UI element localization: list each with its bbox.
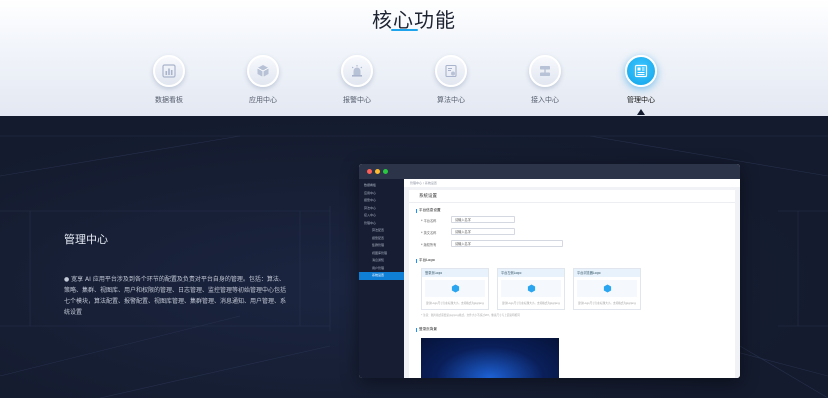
copyright-input[interactable]: 请输入名字 xyxy=(451,240,563,247)
field-label: * 英文名称 xyxy=(421,231,437,235)
card-tip: 建议Logo尺寸为主标题大小，支持格式为jpg/png xyxy=(426,302,484,305)
access-icon xyxy=(529,55,561,87)
logo-icon xyxy=(501,280,561,297)
sidebar-item[interactable]: 集群管理 xyxy=(359,242,404,250)
header-band: 核心功能 数据看板 应用中心 报警中心 算法中心 接入中心 管理中心 xyxy=(0,0,828,116)
tab-label: 报警中心 xyxy=(343,96,371,104)
tab-access-center[interactable]: 接入中心 xyxy=(509,55,581,105)
app-preview-window: 数据看板 应用中心 报警中心 算法中心 接入中心 管理中心 算法配置 报警配置 集群管理 视图库管… xyxy=(359,164,740,378)
english-name-input[interactable]: 请输入名字 xyxy=(451,228,515,235)
panel-title: 系统设置 xyxy=(419,194,437,199)
management-icon xyxy=(625,55,657,87)
basic-info-heading: 平台信息设置 xyxy=(416,208,441,213)
settings-panel: 系统设置 平台信息设置 * 平台名称 请输入名字 * 英文名称 请输入名字 * … xyxy=(409,190,735,378)
logo-heading: 平台Logo xyxy=(416,258,435,263)
breadcrumb: 管理中心 / 系统设置 xyxy=(404,179,740,187)
logo-icon xyxy=(577,280,637,297)
upload-note: * 注意：图片格式需要是jpg/png格式，文件大小不超过2M，像素尺寸与上面说… xyxy=(421,314,520,317)
app-sidebar: 数据看板 应用中心 报警中心 算法中心 接入中心 管理中心 算法配置 报警配置 集群管理 视图库管… xyxy=(359,179,404,378)
algorithm-icon xyxy=(435,55,467,87)
section-description: ● 宽享 AI 应用平台涉及到各个环节的配置及负责对平台自身的管理。包括：算法、… xyxy=(64,276,287,316)
card-title: 平台左侧Logo xyxy=(498,269,564,277)
card-tip: 建议Logo尺寸为主标题大小，支持格式为jpg/png xyxy=(502,302,560,305)
tab-data-dashboard[interactable]: 数据看板 xyxy=(133,55,205,105)
platform-name-input[interactable]: 请输入名字 xyxy=(451,216,515,223)
sidebar-item[interactable]: 用户管理 xyxy=(359,265,404,273)
sidebar-item[interactable]: 报警配置 xyxy=(359,235,404,243)
window-titlebar xyxy=(359,164,740,179)
field-label: * 平台名称 xyxy=(421,219,437,223)
tab-label: 数据看板 xyxy=(155,96,183,104)
sidebar-item[interactable]: 算法配置 xyxy=(359,227,404,235)
left-logo-card[interactable]: 平台左侧Logo 建议Logo尺寸为主标题大小，支持格式为jpg/png xyxy=(497,268,565,310)
tab-label: 应用中心 xyxy=(249,96,277,104)
active-tab-indicator xyxy=(637,109,645,115)
sidebar-item[interactable]: 视图库管理 xyxy=(359,250,404,258)
tab-algorithm-center[interactable]: 算法中心 xyxy=(415,55,487,105)
browser-logo-card[interactable]: 平台浏览器Logo 建议Logo尺寸为主标题大小，支持格式为jpg/png xyxy=(573,268,641,310)
tab-management-center[interactable]: 管理中心 xyxy=(605,55,677,105)
bar-chart-icon xyxy=(153,55,185,87)
sidebar-item[interactable]: 接入中心 xyxy=(359,212,404,220)
card-tip: 建议Logo尺寸为主标题大小，支持格式为jpg/png xyxy=(578,302,636,305)
sidebar-item[interactable]: 系统设置 xyxy=(359,272,404,280)
sidebar-item[interactable]: 算法中心 xyxy=(359,205,404,213)
maximize-dot-icon xyxy=(383,169,388,174)
card-title: 登录页Logo xyxy=(422,269,488,277)
tab-label: 管理中心 xyxy=(627,96,655,104)
sidebar-item[interactable]: 管理中心 xyxy=(359,220,404,228)
login-logo-card[interactable]: 登录页Logo 建议Logo尺寸为主标题大小，支持格式为jpg/png xyxy=(421,268,489,310)
alarm-light-icon xyxy=(341,55,373,87)
divider xyxy=(409,202,735,203)
field-label: * 版权所有 xyxy=(421,243,437,247)
login-background-preview[interactable] xyxy=(421,338,559,378)
tab-alarm-center[interactable]: 报警中心 xyxy=(321,55,393,105)
logo-icon xyxy=(425,280,485,297)
section-title: 管理中心 xyxy=(64,233,108,246)
cube-icon xyxy=(247,55,279,87)
background-heading: 登录页背景 xyxy=(416,327,437,332)
minimize-dot-icon xyxy=(375,169,380,174)
sidebar-item[interactable]: 应用中心 xyxy=(359,190,404,198)
sidebar-item[interactable]: 消息通知 xyxy=(359,257,404,265)
title-underline xyxy=(391,29,418,31)
close-dot-icon xyxy=(367,169,372,174)
card-title: 平台浏览器Logo xyxy=(574,269,640,277)
sidebar-item[interactable]: 报警中心 xyxy=(359,197,404,205)
sidebar-item[interactable]: 数据看板 xyxy=(359,182,404,190)
app-main: 管理中心 / 系统设置 系统设置 平台信息设置 * 平台名称 请输入名字 * 英… xyxy=(404,179,740,378)
tab-label: 接入中心 xyxy=(531,96,559,104)
feature-tabs: 数据看板 应用中心 报警中心 算法中心 接入中心 管理中心 xyxy=(0,55,828,115)
tab-app-center[interactable]: 应用中心 xyxy=(227,55,299,105)
tab-label: 算法中心 xyxy=(437,96,465,104)
